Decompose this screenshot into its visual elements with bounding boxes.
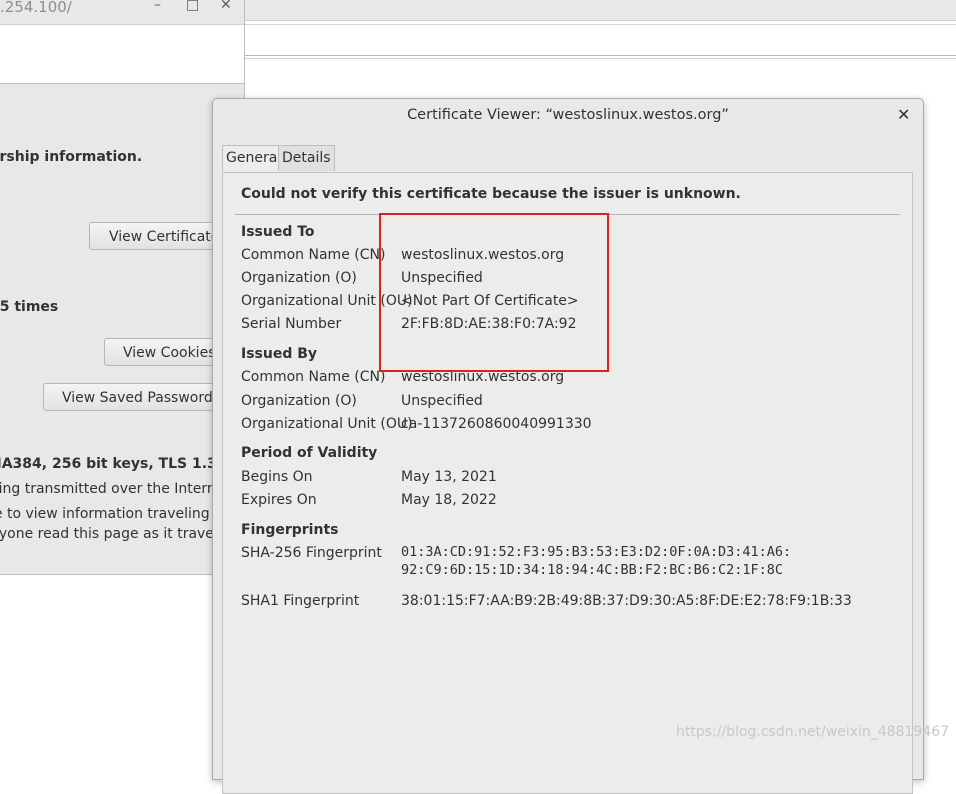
close-icon[interactable]: ✕ [897,105,910,124]
ownership-text: ership information. [0,149,143,165]
expires-on-label: Expires On [241,492,317,508]
issued-by-ou-label: Organizational Unit (OU) [241,416,413,432]
view-cookies-button[interactable]: View Cookies [104,338,229,366]
page-info-titlebar: .254.100/ – □ ✕ [0,0,244,22]
begins-on-label: Begins On [241,469,313,485]
view-certificate-button[interactable]: View Certificate [89,222,229,250]
sha256-label: SHA-256 Fingerprint [241,545,382,561]
page-info-title: .254.100/ [0,0,72,16]
certificate-viewer-title: Certificate Viewer: “westoslinux.westos.… [407,107,729,123]
fingerprints-heading: Fingerprints [241,522,339,538]
issued-to-o-label: Organization (O) [241,270,357,286]
certificate-viewer-dialog: Certificate Viewer: “westoslinux.westos.… [212,98,924,794]
red-highlight-box [379,213,609,372]
maximize-icon[interactable]: □ [186,0,199,13]
browser-url-bar[interactable] [244,24,956,56]
watermark-text: https://blog.csdn.net/weixin_48819467 [676,724,950,740]
tab-details[interactable]: Details [278,145,335,171]
anyone-read-text: nyone read this page as it traveled [0,526,236,542]
cipher-text: HA384, 256 bit keys, TLS 1.3) [0,456,224,472]
transmitted-text: eing transmitted over the Internet [0,481,230,497]
issued-by-heading: Issued By [241,346,318,362]
serial-number-label: Serial Number [241,316,342,332]
close-icon[interactable]: ✕ [220,0,232,13]
issued-to-cn-label: Common Name (CN) [241,247,386,263]
page-info-dialog: .254.100/ – □ ✕ ership information. View… [0,0,245,575]
page-info-header-area [0,24,244,84]
sha1-value: 38:01:15:F7:AA:B9:2B:49:8B:37:D9:30:A5:8… [401,593,852,609]
sha256-value-line2: 92:C9:6D:15:1D:34:18:94:4C:BB:F2:BC:B6:C… [401,562,784,578]
view-info-text: le to view information traveling [0,506,210,522]
verification-warning: Could not verify this certificate becaus… [241,186,741,202]
browser-toolbar [244,0,956,21]
sha256-value-line1: 01:3A:CD:91:52:F3:95:B3:53:E3:D2:0F:0A:D… [401,544,792,560]
sha1-label: SHA1 Fingerprint [241,593,360,609]
expires-on-value: May 18, 2022 [401,492,497,508]
tab-general[interactable]: General [222,145,286,171]
issued-by-cn-label: Common Name (CN) [241,369,386,385]
issued-by-o-value: Unspecified [401,393,483,409]
minimize-icon[interactable]: – [154,0,161,13]
validity-heading: Period of Validity [241,445,378,461]
issued-by-o-label: Organization (O) [241,393,357,409]
begins-on-value: May 13, 2021 [401,469,497,485]
visits-count-text: 45 times [0,299,59,315]
issued-by-ou-value: ca-1137260860040991330 [401,416,592,432]
view-saved-passwords-button[interactable]: View Saved Passwords [43,383,229,411]
issued-to-heading: Issued To [241,224,315,240]
browser-divider [244,58,956,59]
